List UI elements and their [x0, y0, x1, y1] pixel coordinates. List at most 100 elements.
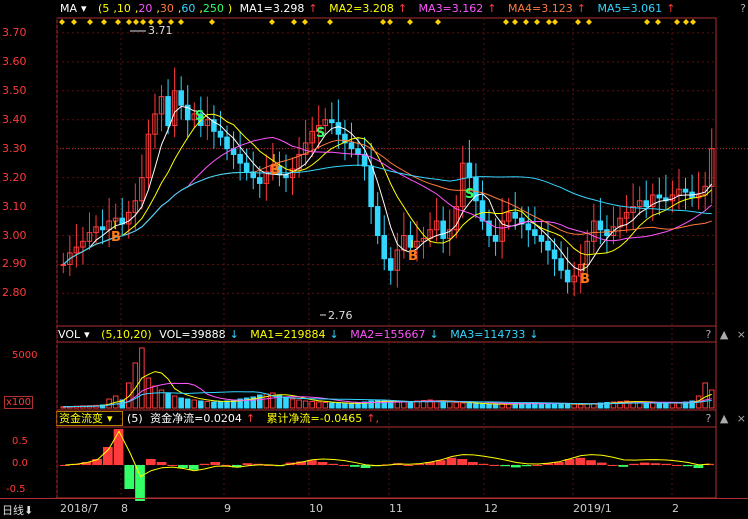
fund-flow-bar: [446, 457, 457, 465]
signal-diamond: [503, 19, 509, 25]
candle-body: [479, 200, 486, 222]
signal-diamond: [690, 19, 696, 25]
volume-bar: [191, 399, 198, 409]
candle-body: [466, 162, 473, 179]
volume-bar: [309, 401, 315, 409]
volume-bar: [224, 400, 230, 409]
candle-body: [335, 122, 342, 135]
ma-line-m20: [62, 137, 713, 265]
volume-bar: [407, 401, 414, 409]
signal-diamond: [380, 19, 386, 25]
candle-body: [545, 240, 551, 251]
fund-flow-bar: [478, 463, 489, 465]
volume-bar: [492, 403, 499, 409]
signal-diamond: [534, 19, 540, 25]
x-label: 11: [389, 502, 403, 515]
volume-bar: [217, 401, 224, 409]
candle-body: [564, 269, 571, 283]
candle-body: [604, 229, 610, 237]
fund-flow-bar: [349, 465, 360, 467]
x-label: 8: [121, 502, 128, 515]
signal-diamond: [523, 19, 529, 25]
fund-flow-bar: [188, 465, 199, 470]
fund-flow-bar: [339, 465, 349, 466]
fund-flow-bar: [532, 465, 543, 466]
fund-flow-bar: [167, 465, 178, 466]
volume-bar: [479, 403, 486, 409]
signal-diamond: [644, 19, 650, 25]
candle-body: [538, 235, 545, 242]
price-tick-label: 3.40: [2, 112, 27, 126]
candle-body: [237, 153, 243, 164]
ma-line-m10: [62, 113, 713, 265]
chart-canvas: B S B S B S B: [56, 17, 748, 501]
signal-diamond: [575, 19, 581, 25]
fund-flow-bar: [124, 465, 135, 489]
fund-flow-bar: [639, 462, 650, 465]
cumulative-flow-line: [65, 430, 710, 478]
candle-body: [257, 177, 263, 184]
volume-bar: [564, 403, 571, 409]
fund-flow-bar: [661, 463, 672, 465]
candle-body: [178, 90, 184, 106]
candle-body: [551, 249, 558, 260]
candle-body: [348, 142, 355, 150]
candle-body: [512, 211, 519, 219]
price-tick-label: 3.30: [2, 141, 27, 155]
price-tick-label: 3.50: [2, 83, 27, 97]
fund-flow-bar: [210, 462, 221, 465]
candle-body: [217, 130, 224, 138]
volume-bar: [440, 401, 446, 409]
candle-body: [643, 200, 650, 208]
fund-flow-bar: [672, 465, 682, 466]
x-label: 2: [672, 502, 679, 515]
fund-flow-bar: [586, 460, 596, 465]
period-selector[interactable]: 日线⬇: [2, 502, 33, 518]
signal-diamond: [435, 19, 441, 25]
volume-bar: [322, 402, 329, 409]
ma-line-m5: [62, 105, 713, 271]
volume-bar: [171, 395, 178, 409]
ma-line-m30: [62, 139, 712, 265]
candle-body: [99, 226, 106, 231]
candle-body: [329, 119, 335, 124]
volume-bar: [460, 402, 466, 409]
signal-diamond: [291, 19, 297, 25]
fund-y-tick-mid: 0.0: [12, 458, 28, 469]
fund-flow-bar: [693, 465, 704, 468]
candle-body: [656, 194, 663, 199]
signal-diamond: [209, 19, 215, 25]
volume-bar: [545, 402, 551, 409]
candle-body: [492, 235, 499, 242]
volume-bar: [152, 385, 158, 409]
volume-bar: [257, 394, 263, 409]
signal-diamond: [552, 19, 558, 25]
candle-body: [388, 258, 394, 271]
signal-diamond: [71, 19, 77, 25]
price-tick-label: 2.90: [2, 257, 27, 271]
signal-diamond: [87, 19, 93, 25]
volume-bar: [315, 401, 322, 409]
signal-diamond: [655, 19, 661, 25]
candle-body: [374, 206, 381, 237]
volume-ma-line: [63, 391, 712, 408]
price-tick-label: 3.10: [2, 199, 27, 213]
price-tick-label: 3.20: [2, 170, 27, 184]
x-label: 2018/7: [60, 502, 99, 515]
volume-bar: [184, 398, 191, 409]
candle-body: [243, 162, 250, 173]
volume-bar: [473, 403, 479, 409]
fund-flow-bar: [521, 465, 532, 467]
volume-bar: [453, 402, 460, 409]
x-label: 2019/1: [573, 502, 612, 515]
candle-body: [558, 258, 564, 271]
volume-bar: [126, 382, 132, 409]
signal-diamond: [302, 19, 308, 25]
signal-diamond: [178, 19, 184, 25]
price-tick-label: 2.80: [2, 286, 27, 300]
candle-body: [355, 148, 361, 155]
volume-bar: [329, 402, 335, 409]
candle-body: [532, 229, 538, 237]
volume-bar: [702, 382, 708, 409]
fund-flow-bar: [242, 463, 253, 465]
